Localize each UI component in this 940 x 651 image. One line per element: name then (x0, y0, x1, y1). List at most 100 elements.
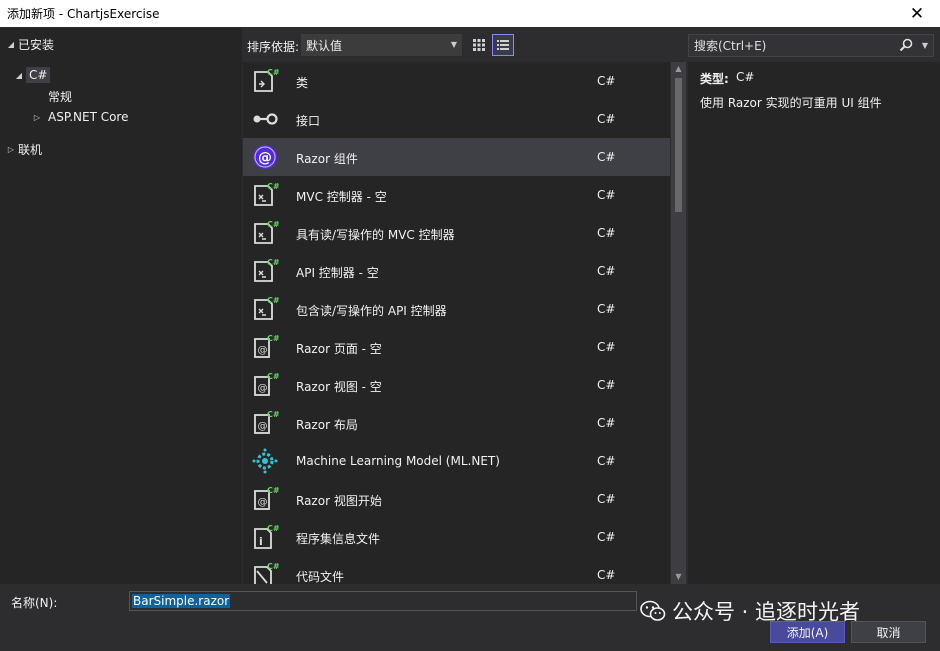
search-input[interactable]: 搜索(Ctrl+E) ▼ (688, 34, 934, 57)
type-value: C# (736, 70, 755, 84)
template-language: C# (597, 226, 616, 240)
template-row[interactable]: C# 代码文件 C# (243, 556, 670, 584)
template-language: C# (597, 150, 616, 164)
svg-text:@: @ (258, 383, 268, 394)
tree-node-aspnet-core[interactable]: ▷ ASP.NET Core (30, 107, 129, 127)
template-row[interactable]: @ Razor 组件 C# (243, 138, 670, 176)
template-name: 接口 (296, 114, 321, 128)
template-row[interactable]: C# @ Razor 视图 - 空 C# (243, 366, 670, 404)
controller-icon: C# (251, 181, 280, 209)
assembly-info-icon: C# i (251, 523, 280, 551)
razor-page-icon: C# @ (251, 333, 280, 361)
wechat-icon (640, 600, 666, 621)
list-scrollbar[interactable]: ▲ ▼ (671, 62, 686, 584)
svg-text:C#: C# (267, 372, 279, 381)
template-name: 程序集信息文件 (296, 532, 381, 546)
template-name: Razor 组件 (296, 152, 358, 166)
template-language: C# (597, 568, 616, 582)
interface-icon (251, 105, 279, 133)
template-row[interactable]: C# i 程序集信息文件 C# (243, 518, 670, 556)
template-row[interactable]: C# @ Razor 页面 - 空 C# (243, 328, 670, 366)
sort-label: 排序依据: (247, 40, 300, 54)
sort-dropdown[interactable]: 默认值 ▼ (301, 34, 462, 56)
scrollbar-thumb[interactable] (675, 78, 682, 212)
svg-text:C#: C# (267, 68, 279, 77)
template-language: C# (597, 74, 616, 88)
svg-text:@: @ (258, 421, 268, 432)
svg-text:C#: C# (267, 182, 279, 191)
svg-text:@: @ (258, 345, 268, 356)
window-title: 添加新项 - ChartjsExercise (7, 7, 160, 21)
mlnet-gear-icon (251, 447, 279, 475)
svg-text:C#: C# (267, 562, 279, 571)
collapsed-arrow-icon: ▷ (33, 112, 41, 122)
razor-page-icon: C# @ (251, 485, 280, 513)
template-language: C# (597, 454, 616, 468)
template-language: C# (597, 188, 616, 202)
cancel-button-label: 取消 (876, 625, 901, 640)
add-button-label: 添加(A) (786, 625, 829, 640)
type-label: 类型: (700, 72, 729, 86)
list-view-button[interactable] (492, 34, 514, 56)
details-pane: 类型: C# 使用 Razor 实现的可重用 UI 组件 (688, 62, 940, 584)
template-row[interactable]: 接口 C# (243, 100, 670, 138)
expanded-arrow-icon: ◢ (7, 39, 15, 49)
cancel-button[interactable]: 取消 (851, 621, 926, 643)
list-view-icon (497, 40, 509, 50)
template-name: Razor 页面 - 空 (296, 342, 382, 356)
template-name: Razor 视图开始 (296, 494, 382, 508)
controller-icon: C# (251, 219, 280, 247)
template-description: 使用 Razor 实现的可重用 UI 组件 (700, 96, 882, 110)
expanded-arrow-icon: ◢ (15, 70, 23, 80)
name-label: 名称(N): (11, 596, 58, 610)
svg-text:i: i (259, 535, 263, 548)
template-row[interactable]: C# API 控制器 - 空 C# (243, 252, 670, 290)
svg-text:C#: C# (267, 524, 279, 533)
add-button[interactable]: 添加(A) (770, 621, 845, 643)
title-bar: 添加新项 - ChartjsExercise ✕ (0, 0, 940, 27)
template-name: MVC 控制器 - 空 (296, 190, 387, 204)
template-language: C# (597, 264, 616, 278)
template-name: 包含读/写操作的 API 控制器 (296, 304, 447, 318)
scroll-up-icon[interactable]: ▲ (671, 62, 686, 76)
template-row[interactable]: C# @ Razor 视图开始 C# (243, 480, 670, 518)
tree-node-csharp[interactable]: ◢ C# (12, 65, 51, 85)
razor-page-icon: C# @ (251, 371, 280, 399)
chevron-down-icon[interactable]: ▼ (922, 41, 928, 50)
chevron-down-icon: ▼ (450, 40, 457, 49)
name-value: BarSimple.razor (132, 594, 231, 608)
template-name: Razor 视图 - 空 (296, 380, 382, 394)
template-row[interactable]: C# 类 C# (243, 62, 670, 100)
name-field[interactable]: BarSimple.razor (129, 591, 637, 611)
tree-label: 常规 (48, 89, 73, 104)
template-name: API 控制器 - 空 (296, 266, 379, 280)
search-icon (899, 38, 913, 52)
tree-label: 联机 (18, 142, 43, 157)
controller-icon: C# (251, 295, 280, 323)
close-icon[interactable]: ✕ (894, 0, 940, 27)
template-row[interactable]: C# MVC 控制器 - 空 C# (243, 176, 670, 214)
template-language: C# (597, 340, 616, 354)
template-language: C# (597, 416, 616, 430)
tree-node-online[interactable]: ▷ 联机 (4, 139, 42, 159)
template-name: 具有读/写操作的 MVC 控制器 (296, 228, 455, 242)
blazor-icon: @ (251, 143, 279, 171)
template-row[interactable]: C# 具有读/写操作的 MVC 控制器 C# (243, 214, 670, 252)
template-language: C# (597, 302, 616, 316)
tree-node-installed[interactable]: ◢ 已安装 (4, 34, 54, 54)
template-name: 类 (296, 76, 309, 90)
template-name: Razor 布局 (296, 418, 358, 432)
controller-icon: C# (251, 257, 280, 285)
svg-text:@: @ (258, 150, 272, 166)
template-name: 代码文件 (296, 570, 345, 584)
template-row[interactable]: C# 包含读/写操作的 API 控制器 C# (243, 290, 670, 328)
grid-view-icon (473, 39, 485, 51)
svg-text:C#: C# (267, 486, 279, 495)
tree-node-general[interactable]: 常规 (48, 86, 72, 106)
grid-view-button[interactable] (468, 34, 490, 56)
template-name: Machine Learning Model (ML.NET) (296, 454, 500, 468)
template-row[interactable]: C# @ Razor 布局 C# (243, 404, 670, 442)
sort-value: 默认值 (306, 38, 343, 53)
scroll-down-icon[interactable]: ▼ (671, 570, 686, 584)
template-row[interactable]: Machine Learning Model (ML.NET) C# (243, 442, 670, 480)
